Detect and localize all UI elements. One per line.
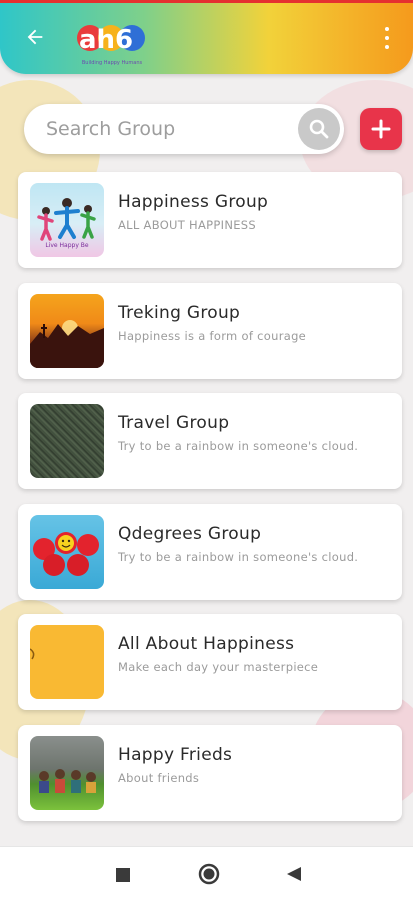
search-bar — [24, 104, 344, 154]
more-vertical-icon-dot — [385, 35, 389, 40]
group-title: Qdegrees Group — [118, 523, 262, 544]
group-thumbnail — [30, 293, 104, 368]
more-vertical-icon-dot — [385, 45, 389, 50]
logo-text: ah6 — [79, 25, 133, 55]
group-title: Travel Group — [118, 413, 230, 433]
group-subtitle: ALL ABOUT HAPPINESS — [118, 218, 256, 232]
app-logo: ah6 Building Happy Humans — [74, 12, 150, 68]
logo-tagline: Building Happy Humans — [82, 60, 143, 66]
group-subtitle: Try to be a rainbow in someone's cloud. — [118, 439, 359, 453]
back-button[interactable] — [20, 22, 50, 52]
group-thumbnail: Live Happy Be — [30, 183, 104, 257]
back-nav-button[interactable] — [286, 866, 302, 886]
group-list: Live Happy Be Happiness Group ALL ABOUT … — [18, 172, 402, 835]
circle-icon — [198, 863, 220, 885]
group-subtitle: Try to be a rainbow in someone's cloud. — [118, 549, 359, 564]
group-card[interactable]: Live Happy Be Happiness Group ALL ABOUT … — [18, 172, 402, 268]
group-card[interactable]: Qdegrees Group Try to be a rainbow in so… — [18, 503, 402, 600]
search-icon — [309, 119, 329, 139]
arrow-left-icon — [27, 29, 43, 45]
group-title: Treking Group — [118, 302, 241, 323]
group-thumbnail — [30, 404, 104, 478]
plus-icon — [371, 119, 391, 139]
home-button[interactable] — [198, 863, 220, 889]
group-card[interactable]: Travel Group Try to be a rainbow in some… — [18, 393, 402, 489]
group-card[interactable]: Treking Group Happiness is a form of cou… — [18, 282, 402, 379]
group-title: All About Happiness — [118, 634, 295, 654]
thumbnail-caption: Live Happy Be — [45, 242, 89, 249]
add-group-button[interactable] — [360, 108, 402, 150]
square-icon — [116, 868, 130, 882]
app-header: ah6 Building Happy Humans — [0, 0, 413, 74]
system-navigation-bar — [0, 846, 413, 900]
more-options-button[interactable] — [379, 24, 395, 52]
group-title: Happiness Group — [118, 192, 269, 212]
search-button[interactable] — [298, 108, 340, 150]
group-subtitle: Happiness is a form of courage — [118, 328, 307, 343]
group-card[interactable]: All About Happiness Make each day your m… — [18, 614, 402, 710]
group-title: Happy Frieds — [118, 744, 233, 765]
triangle-left-icon — [287, 867, 301, 881]
more-vertical-icon — [385, 26, 389, 31]
group-subtitle: Make each day your masterpiece — [118, 660, 319, 674]
search-input[interactable] — [46, 104, 286, 154]
group-card[interactable]: Happy Frieds About friends — [18, 724, 402, 821]
group-thumbnail — [30, 735, 104, 810]
group-thumbnail — [30, 625, 104, 699]
recents-button[interactable] — [116, 867, 130, 886]
group-subtitle: About friends — [118, 770, 200, 785]
group-thumbnail — [30, 514, 104, 589]
